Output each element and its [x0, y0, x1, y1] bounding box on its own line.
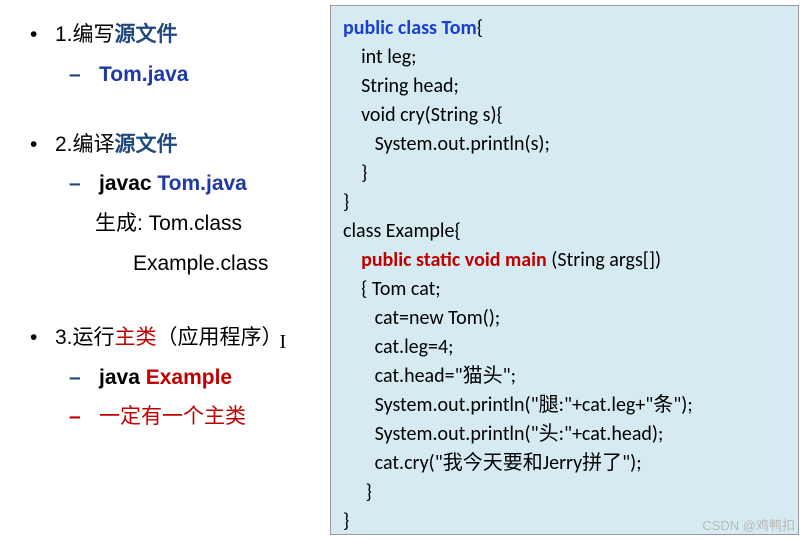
code-line: { Tom cat; [343, 275, 786, 304]
code-line: public static void main (String args[]) [343, 246, 786, 275]
step3-num: 3. [55, 326, 73, 349]
step2-subb: Tom.java [157, 172, 246, 195]
code-line: } [343, 478, 786, 507]
bullet-icon: • [30, 16, 55, 94]
dash-icon: – [69, 359, 99, 397]
code-line: } [343, 188, 786, 217]
step1-textb: 源文件 [115, 23, 178, 46]
code-line: cat.leg=4; [343, 333, 786, 362]
code-line: } [343, 159, 786, 188]
code-line: cat=new Tom(); [343, 304, 786, 333]
step1-num: 1. [55, 23, 73, 46]
step-3: • 3.运行主类（应用程序） – java Example – 一定有一个主类 [30, 319, 330, 436]
gen1: Tom.class [149, 212, 242, 235]
step1-texta: 编写 [73, 23, 115, 46]
code-line: cat.cry("我今天要和Jerry拼了"); [343, 449, 786, 478]
gen-label: 生成: [95, 212, 149, 235]
step3-texta: 运行 [73, 326, 115, 349]
watermark: CSDN @鸡鸭扣 [702, 515, 795, 534]
step2-textb: 源文件 [115, 133, 178, 156]
code-line: int leg; [343, 43, 786, 72]
step3-subb: Example [146, 366, 232, 389]
dash-icon: – [69, 56, 99, 94]
code-line: System.out.println("头:"+cat.head); [343, 420, 786, 449]
step3-suba: java [99, 366, 146, 389]
text-cursor-icon [283, 324, 284, 344]
step3-note: 一定有一个主类 [99, 398, 246, 436]
step1-sub: Tom.java [99, 56, 188, 94]
step2-suba: javac [99, 172, 157, 195]
code-line: cat.head="猫头"; [343, 362, 786, 391]
code-line: public class Tom{ [343, 14, 786, 43]
code-panel: public class Tom{ int leg; String head; … [330, 5, 799, 535]
gen2: Example.class [133, 252, 268, 275]
bullet-icon: • [30, 126, 55, 283]
code-line: System.out.println(s); [343, 130, 786, 159]
code-line: void cry(String s){ [343, 101, 786, 130]
left-panel: • 1.编写源文件 – Tom.java • 2.编译源文件 – javac T… [0, 0, 330, 540]
dash-icon: – [69, 398, 99, 436]
step-2: • 2.编译源文件 – javac Tom.java 生成: Tom.class… [30, 126, 330, 283]
step3-textc: （应用程序） [157, 326, 283, 349]
code-line: System.out.println("腿:"+cat.leg+"条"); [343, 391, 786, 420]
code-line: String head; [343, 72, 786, 101]
dash-icon: – [69, 165, 99, 203]
step2-num: 2. [55, 133, 73, 156]
step3-textb: 主类 [115, 326, 157, 349]
step-1: • 1.编写源文件 – Tom.java [30, 16, 330, 94]
step2-texta: 编译 [73, 133, 115, 156]
code-line: class Example{ [343, 217, 786, 246]
bullet-icon: • [30, 319, 55, 436]
